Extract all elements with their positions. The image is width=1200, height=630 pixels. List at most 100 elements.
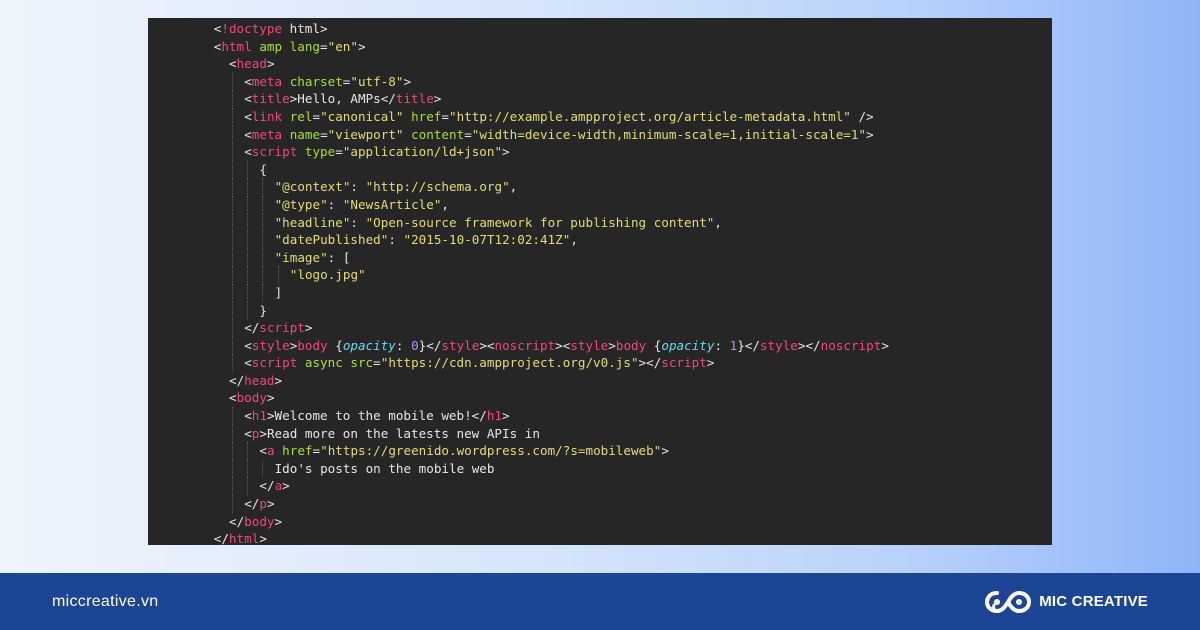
code-line: Ido's posts on the mobile web: [148, 459, 1052, 478]
code-line: ]: [148, 283, 1052, 302]
code-token: >: [266, 496, 275, 512]
indent-guide: [232, 143, 233, 161]
code-line: </script>: [148, 319, 1052, 337]
code-token: meta: [251, 126, 283, 142]
code-token: <: [259, 443, 267, 459]
code-token: href: [282, 443, 313, 459]
code-token: {: [646, 337, 662, 353]
code-token: "application/ld+json": [342, 144, 503, 160]
code-token: head: [236, 56, 267, 72]
code-line: "headline": "Open-source framework for p…: [148, 213, 1052, 232]
code-token: }: [259, 302, 267, 318]
code-token: "datePublished": [274, 232, 389, 248]
code-token: "http://example.ampproject.org/article-m…: [449, 108, 851, 124]
code-token: ></: [797, 337, 821, 353]
code-token: "@context": [274, 179, 351, 195]
code-token: <: [244, 108, 252, 124]
indent-guide: [232, 477, 233, 496]
indent-guide: [232, 442, 233, 460]
indent-guide: [232, 319, 233, 337]
code-token: ]: [274, 284, 283, 300]
code-line: {: [148, 160, 1052, 179]
code-token: "headline": [274, 214, 351, 230]
code-token: noscript: [494, 337, 556, 353]
indent-guide: [232, 495, 233, 513]
indent-guide: [232, 354, 233, 372]
code-token: html>: [282, 21, 328, 36]
indent-guide: [232, 125, 233, 144]
indent-guide: [262, 231, 264, 249]
indent-guide: [232, 195, 233, 214]
code-token: <: [244, 425, 252, 441]
code-line: <script async src="https://cdn.ampprojec…: [148, 354, 1052, 372]
indent-guide: [247, 477, 249, 496]
code-token: script: [259, 320, 305, 336]
code-token: style: [570, 337, 609, 353]
indent-guide: [262, 459, 264, 478]
code-token: =: [373, 355, 381, 371]
code-token: >Read more on the latests new APIs in: [259, 425, 540, 441]
code-token: body: [244, 513, 275, 529]
code-token: >: [357, 38, 366, 54]
code-token: :: [388, 232, 404, 248]
code-token: Ido's posts on the mobile web: [274, 460, 495, 476]
indent-guide: [232, 90, 233, 108]
indent-guide: [232, 283, 233, 302]
code-token: "viewport": [327, 126, 404, 142]
code-token: >: [274, 513, 283, 529]
code-token: >: [266, 56, 275, 72]
code-token: </: [229, 513, 245, 529]
code-token: :: [350, 214, 366, 230]
code-token: "2015-10-07T12:02:41Z": [403, 232, 571, 248]
indent-guide: [232, 231, 233, 249]
indent-guide: [262, 248, 264, 267]
code-token: ><: [555, 337, 571, 353]
code-token: ,: [714, 214, 722, 230]
code-token: "width=device-width,minimum-scale=1,init…: [471, 126, 867, 142]
code-token: opacity: [342, 337, 396, 353]
code-line: "image": [: [148, 248, 1052, 267]
code-token: body: [236, 390, 267, 406]
code-line: "@type": "NewsArticle",: [148, 195, 1052, 214]
code-line: <style>body {opacity: 0}</style><noscrip…: [148, 336, 1052, 355]
code-token: type: [304, 144, 336, 160]
code-token: opacity: [661, 337, 715, 353]
indent-guide: [232, 336, 233, 355]
code-token: >: [661, 443, 669, 459]
code-token: >: [706, 355, 715, 371]
code-token: "Open-source framework for publishing co…: [365, 214, 715, 230]
code-line: <title>Hello, AMPs</title>: [148, 90, 1052, 108]
code-token: noscript: [820, 337, 882, 353]
indent-guide: [232, 160, 233, 179]
code-line: <head>: [148, 55, 1052, 73]
indent-guide: [247, 442, 249, 460]
code-token: html: [228, 531, 260, 545]
code-token: title: [395, 91, 434, 107]
indent-guide: [232, 72, 233, 91]
code-token: >Hello, AMPs</: [289, 91, 396, 107]
code-token: >: [304, 320, 313, 336]
footer-website-link[interactable]: miccreative.vn: [52, 573, 158, 630]
indent-guide: [232, 107, 233, 126]
indent-guide: [247, 195, 249, 214]
code-token: : [: [327, 249, 351, 265]
code-token: <: [229, 390, 237, 406]
indent-guide: [262, 213, 264, 232]
code-token: ></: [638, 355, 662, 371]
indent-guide: [247, 459, 249, 478]
indent-guide: [247, 266, 249, 284]
indent-guide: [247, 160, 249, 179]
code-token: =: [312, 108, 321, 124]
footer-bar: miccreative.vn MIC CREATIVE: [0, 573, 1200, 630]
code-token: 0: [411, 337, 419, 353]
code-line: <p>Read more on the latests new APIs in: [148, 424, 1052, 443]
code-token: ,: [441, 196, 450, 212]
code-token: <: [244, 408, 252, 424]
code-token: <: [244, 73, 252, 89]
code-token: >: [274, 372, 283, 388]
indent-guide: [232, 459, 233, 478]
